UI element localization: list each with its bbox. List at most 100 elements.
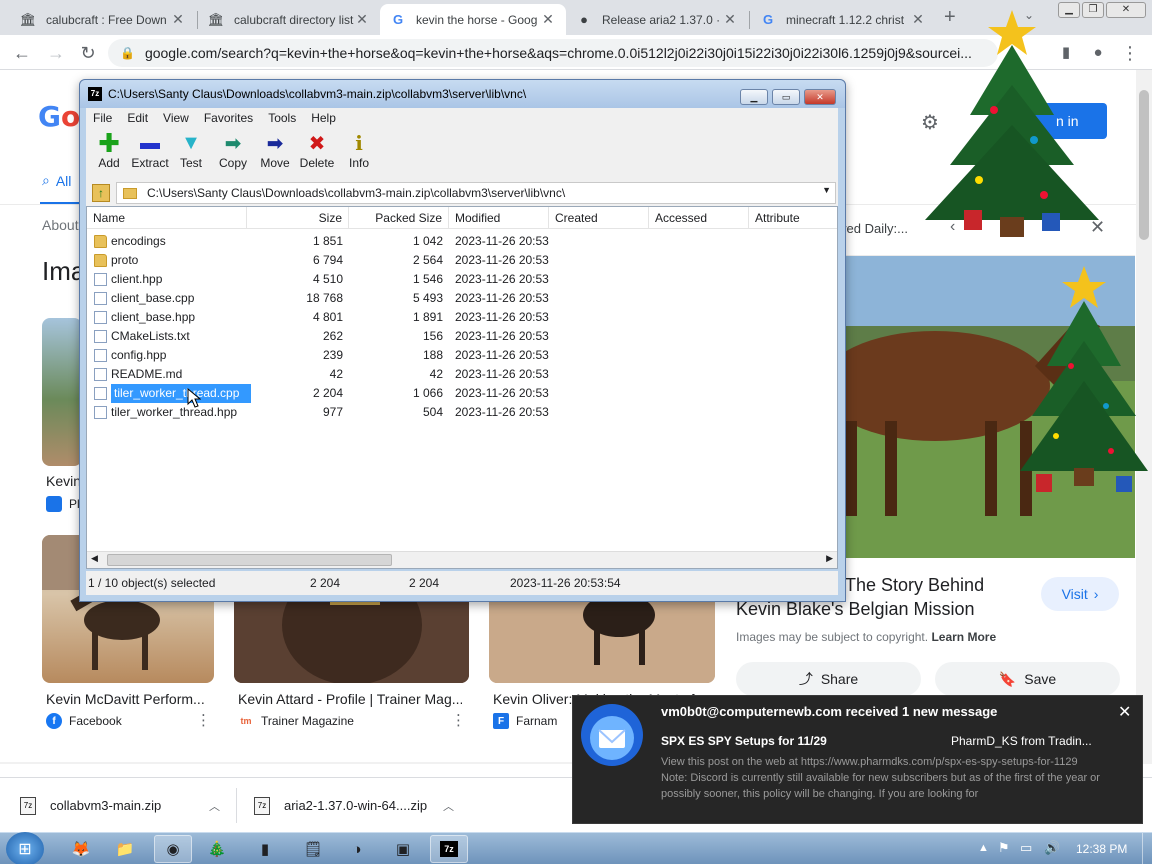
result-source[interactable]: F Farnam — [493, 713, 557, 729]
close-button[interactable]: ✕ — [804, 89, 836, 105]
column-size[interactable]: Size — [247, 207, 349, 229]
move-button[interactable]: ➡ Move — [252, 130, 298, 176]
7zip-taskbar-icon[interactable]: 7z — [430, 835, 468, 863]
up-folder-icon[interactable]: ↑ — [92, 184, 110, 202]
mail-notification-popup[interactable]: vm0b0t@computernewb.com received 1 new m… — [572, 695, 1143, 824]
file-explorer-icon[interactable]: 📁 — [106, 835, 144, 863]
file-row[interactable]: encodings 1 851 1 042 2023-11-26 20:53 — [87, 232, 837, 251]
search-icon: ⌕ — [42, 172, 50, 188]
file-row[interactable]: config.hpp 239 188 2023-11-26 20:53 — [87, 346, 837, 365]
copy-button[interactable]: ➡ Copy — [210, 130, 256, 176]
close-icon[interactable]: ✕ — [1118, 702, 1131, 722]
horizontal-scrollbar[interactable]: ◀ ▶ — [87, 551, 837, 568]
more-options-icon[interactable]: ⋮ — [196, 711, 211, 729]
share-button[interactable]: ⤴ Share — [736, 662, 921, 696]
tab-all[interactable]: ⌕ All — [42, 172, 71, 189]
delete-icon: ✖ — [308, 132, 326, 155]
action-center-flag-icon[interactable]: ⚑ — [998, 840, 1010, 856]
download-item[interactable]: 7z aria2-1.37.0-win-64....zip ︿ — [254, 778, 464, 833]
close-icon[interactable]: ✕ — [722, 11, 738, 28]
path-field[interactable]: C:\Users\Santy Claus\Downloads\collabvm3… — [116, 182, 836, 204]
browser-app-icon[interactable]: ◑ — [338, 835, 376, 863]
close-icon[interactable]: ✕ — [540, 11, 556, 28]
menu-icon[interactable]: ⋮ — [1118, 41, 1142, 65]
more-options-icon[interactable]: ⋮ — [451, 711, 466, 729]
preview-title-line1[interactable]: The Story Behind — [845, 575, 984, 596]
forward-icon[interactable]: → — [44, 41, 68, 65]
column-created[interactable]: Created — [549, 207, 649, 229]
file-icon — [94, 292, 107, 305]
file-row[interactable]: CMakeLists.txt 262 156 2023-11-26 20:53 — [87, 327, 837, 346]
result-caption[interactable]: Kevin — [46, 473, 82, 489]
google-logo[interactable]: Go — [38, 100, 80, 133]
christmas-tree-app-icon[interactable]: 🎄 — [198, 835, 236, 863]
window-title-bar[interactable]: 7z C:\Users\Santy Claus\Downloads\collab… — [80, 80, 845, 108]
command-prompt-icon[interactable]: ▣ — [384, 835, 422, 863]
column-modified[interactable]: Modified — [449, 207, 549, 229]
clock[interactable]: 12:38 PM — [1076, 842, 1127, 856]
file-row[interactable]: client.hpp 4 510 1 546 2023-11-26 20:53 — [87, 270, 837, 289]
dropdown-arrow-icon[interactable]: ▼ — [822, 185, 831, 195]
menu-tools[interactable]: Tools — [261, 111, 304, 125]
network-icon[interactable]: ▭ — [1020, 840, 1032, 856]
about-link[interactable]: About — [42, 217, 79, 233]
firefox-icon[interactable]: 🦊 — [62, 835, 100, 863]
delete-button[interactable]: ✖ Delete — [294, 130, 340, 176]
result-caption[interactable]: Kevin Attard - Profile | Trainer Mag... — [238, 691, 462, 707]
minimize-button[interactable]: ▁ — [740, 89, 768, 105]
test-button[interactable]: ▼ Test — [168, 130, 214, 176]
chrome-icon[interactable]: ◉ — [154, 835, 192, 863]
close-icon[interactable]: ✕ — [170, 11, 186, 28]
address-bar[interactable]: 🔒 google.com/search?q=kevin+the+horse&oq… — [108, 39, 998, 67]
start-button[interactable]: ⊞ — [6, 832, 44, 864]
tab-title: minecraft 1.12.2 christ — [786, 12, 905, 27]
tab-aria2-release[interactable]: ● Release aria2 1.37.0 · a ✕ — [566, 4, 748, 35]
menu-file[interactable]: File — [86, 111, 120, 125]
info-button[interactable]: i Info — [336, 130, 382, 176]
maximize-button[interactable]: ▭ — [772, 89, 800, 105]
menu-view[interactable]: View — [156, 111, 197, 125]
menu-help[interactable]: Help — [304, 111, 344, 125]
close-icon[interactable]: ✕ — [354, 11, 370, 28]
volume-icon[interactable]: 🔊 — [1044, 840, 1060, 856]
visit-button[interactable]: Visit › — [1041, 577, 1119, 611]
tab-calubcraft-free[interactable]: 🏛 calubcraft : Free Down ✕ — [10, 4, 196, 35]
scroll-right-icon[interactable]: ▶ — [826, 553, 833, 564]
notepad-icon[interactable]: 🗒 — [294, 835, 332, 863]
back-icon[interactable]: ← — [10, 41, 34, 65]
result-source[interactable]: f Facebook — [46, 713, 122, 729]
save-button[interactable]: 🔖 Save — [935, 662, 1120, 696]
download-item[interactable]: 7z collabvm3-main.zip ︿ — [20, 778, 230, 833]
tab-kevin-the-horse[interactable]: G kevin the horse - Goog ✕ — [380, 4, 566, 35]
extract-button[interactable]: ▬ Extract — [126, 130, 174, 176]
file-row[interactable]: client_base.hpp 4 801 1 891 2023-11-26 20:5… — [87, 308, 837, 327]
column-attributes[interactable]: Attribute — [749, 207, 837, 229]
show-hidden-icons[interactable]: ▲ — [978, 842, 989, 854]
result-caption[interactable]: Kevin McDavitt Perform... — [46, 691, 214, 707]
result-source[interactable]: tm Trainer Magazine — [238, 713, 354, 729]
column-accessed[interactable]: Accessed — [649, 207, 749, 229]
column-packed-size[interactable]: Packed Size — [349, 207, 449, 229]
scrollbar-thumb[interactable] — [1139, 90, 1149, 240]
preview-title-line2[interactable]: Kevin Blake's Belgian Mission — [736, 599, 975, 620]
menu-edit[interactable]: Edit — [120, 111, 156, 125]
reload-icon[interactable]: ↻ — [76, 41, 100, 65]
chevron-up-icon[interactable]: ︿ — [443, 798, 454, 814]
tab-calubcraft-directory[interactable]: 🏛 calubcraft directory list ✕ — [198, 4, 380, 35]
phone-app-icon[interactable]: ▮ — [246, 835, 284, 863]
chevron-up-icon[interactable]: ︿ — [209, 798, 220, 814]
scroll-left-icon[interactable]: ◀ — [91, 553, 98, 564]
image-result-thumbnail[interactable] — [42, 318, 82, 466]
file-row[interactable]: proto 6 794 2 564 2023-11-26 20:53 — [87, 251, 837, 270]
learn-more-link[interactable]: Learn More — [931, 630, 996, 644]
menu-favorites[interactable]: Favorites — [197, 111, 261, 125]
file-row[interactable]: README.md 42 42 2023-11-26 20:53 — [87, 365, 837, 384]
tab-minecraft[interactable]: G minecraft 1.12.2 christ ✕ — [750, 4, 936, 35]
scrollbar-thumb[interactable] — [107, 554, 392, 566]
file-icon — [94, 349, 107, 362]
file-row[interactable]: client_base.cpp 18 768 5 493 2023-11-26 20:… — [87, 289, 837, 308]
result-source[interactable]: Pl — [46, 496, 80, 512]
show-desktop-button[interactable] — [1142, 833, 1152, 864]
column-name[interactable]: Name — [87, 207, 247, 229]
close-window-button[interactable]: ✕ — [1106, 2, 1146, 18]
